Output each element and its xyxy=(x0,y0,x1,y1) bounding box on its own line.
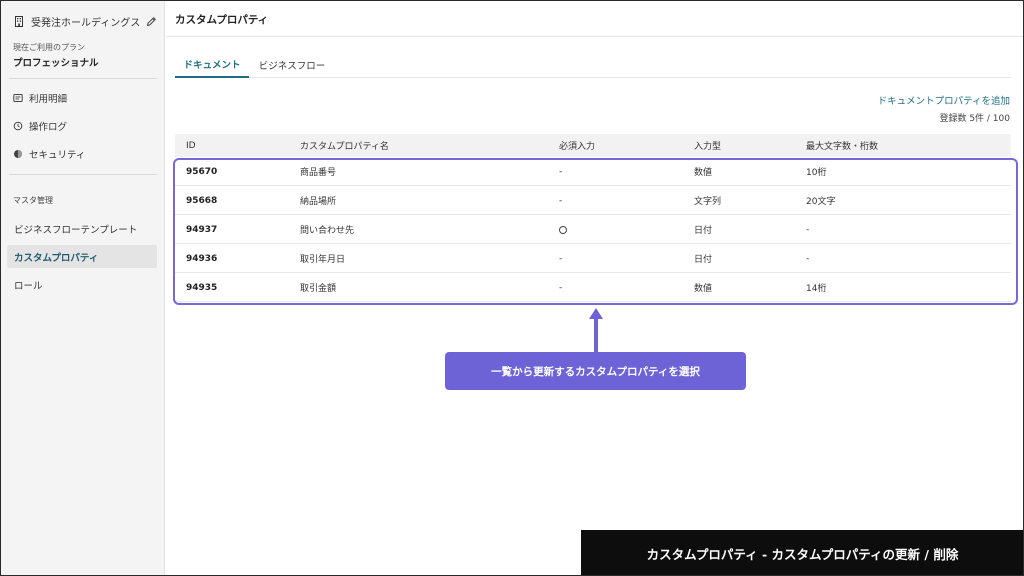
tab-label: ドキュメント xyxy=(183,59,241,71)
sidebar-item-role[interactable]: ロール xyxy=(7,273,157,296)
sidebar-item-security[interactable]: セキュリティ xyxy=(13,144,85,164)
cell-type: 日付 xyxy=(694,226,713,236)
property-table: ID カスタムプロパティ名 必須入力 入力型 最大文字数・桁数 95670 商品… xyxy=(175,134,1011,302)
building-icon xyxy=(13,15,25,27)
sidebar-divider xyxy=(9,78,157,79)
sidebar-item-label: ロール xyxy=(14,280,43,292)
table-row[interactable]: 94935 取引金額 - 数値 14桁 xyxy=(175,273,1011,302)
sidebar: 受発注ホールディングス 現在ご利用のプラン プロフェッショナル 利用明細 操作ロ… xyxy=(1,1,165,575)
sidebar-item-billing[interactable]: 利用明細 xyxy=(13,88,67,108)
caption-banner: カスタムプロパティ - カスタムプロパティの更新 / 削除 xyxy=(581,530,1023,575)
main-content: カスタムプロパティ ドキュメント ビジネスフロー ドキュメントプロパティを追加 … xyxy=(166,1,1023,575)
cell-max: - xyxy=(806,224,810,235)
org-name: 受発注ホールディングス xyxy=(31,17,141,29)
arrow-up-icon xyxy=(589,308,603,354)
cell-id: 94935 xyxy=(186,282,218,293)
page-title: カスタムプロパティ xyxy=(175,14,269,26)
master-section-label: マスタ管理 xyxy=(13,196,53,205)
cell-name: 取引金額 xyxy=(300,284,337,294)
sidebar-item-label: 利用明細 xyxy=(29,94,68,105)
top-bar: カスタムプロパティ xyxy=(166,1,1023,37)
table-row[interactable]: 94937 問い合わせ先 日付 - xyxy=(175,215,1011,244)
plan-value: プロフェッショナル xyxy=(13,58,99,69)
caption-text: カスタムプロパティ - カスタムプロパティの更新 / 削除 xyxy=(646,546,959,562)
circle-icon xyxy=(559,225,567,234)
sidebar-item-label: ビジネスフローテンプレート xyxy=(14,224,138,236)
pencil-icon[interactable] xyxy=(145,15,157,27)
sidebar-item-logs[interactable]: 操作ログ xyxy=(13,116,67,136)
cell-name: 問い合わせ先 xyxy=(300,226,355,236)
cell-required: - xyxy=(559,282,563,293)
cell-name: 取引年月日 xyxy=(300,255,346,265)
history-icon xyxy=(13,121,23,131)
shield-icon xyxy=(13,149,23,159)
tab-label: ビジネスフロー xyxy=(258,60,326,72)
cell-required-circle xyxy=(559,215,567,244)
sidebar-item-label: セキュリティ xyxy=(29,150,86,161)
table-row[interactable]: 94936 取引年月日 - 日付 - xyxy=(175,244,1011,273)
registration-count: 登録数 5件 / 100 xyxy=(939,114,1010,124)
sidebar-item-label: 操作ログ xyxy=(29,122,68,133)
receipt-icon xyxy=(13,93,23,103)
cell-name: 納品場所 xyxy=(300,197,337,207)
callout-text: 一覧から更新するカスタムプロパティを選択 xyxy=(491,365,700,378)
cell-type: 数値 xyxy=(694,284,713,294)
sidebar-item-business-flow-template[interactable]: ビジネスフローテンプレート xyxy=(7,217,157,240)
cell-type: 文字列 xyxy=(694,197,722,207)
sidebar-item-label: カスタムプロパティ xyxy=(14,252,99,264)
cell-required: - xyxy=(559,195,563,206)
cell-type: 日付 xyxy=(694,255,713,265)
column-header-name: カスタムプロパティ名 xyxy=(300,142,389,152)
cell-name: 商品番号 xyxy=(300,168,337,178)
cell-type: 数値 xyxy=(694,168,713,178)
table-header: ID カスタムプロパティ名 必須入力 入力型 最大文字数・桁数 xyxy=(175,134,1011,157)
callout-box: 一覧から更新するカスタムプロパティを選択 xyxy=(445,352,746,390)
cell-required: - xyxy=(559,253,563,264)
org-header: 受発注ホールディングス xyxy=(13,13,157,29)
column-header-id: ID xyxy=(186,140,196,151)
plan-label: 現在ご利用のプラン xyxy=(13,43,85,52)
sidebar-divider xyxy=(9,174,157,175)
cell-max: 10桁 xyxy=(806,168,827,178)
cell-max: - xyxy=(806,253,810,264)
app-window: 受発注ホールディングス 現在ご利用のプラン プロフェッショナル 利用明細 操作ロ… xyxy=(0,0,1024,576)
cell-id: 94937 xyxy=(186,224,218,235)
cell-max: 20文字 xyxy=(806,197,836,207)
cell-id: 95670 xyxy=(186,166,218,177)
tab-bar: ドキュメント ビジネスフロー xyxy=(175,51,1011,78)
sidebar-item-custom-property[interactable]: カスタムプロパティ xyxy=(7,245,157,268)
column-header-type: 入力型 xyxy=(694,142,722,152)
cell-max: 14桁 xyxy=(806,284,827,294)
column-header-max: 最大文字数・桁数 xyxy=(806,142,879,152)
column-header-required: 必須入力 xyxy=(559,142,596,152)
cell-id: 95668 xyxy=(186,195,218,206)
table-row[interactable]: 95668 納品場所 - 文字列 20文字 xyxy=(175,186,1011,215)
tab-document[interactable]: ドキュメント xyxy=(175,51,249,78)
cell-required: - xyxy=(559,166,563,177)
tab-business-flow[interactable]: ビジネスフロー xyxy=(249,51,335,78)
add-document-property-link[interactable]: ドキュメントプロパティを追加 xyxy=(878,93,1010,107)
cell-id: 94936 xyxy=(186,253,218,264)
table-row[interactable]: 95670 商品番号 - 数値 10桁 xyxy=(175,157,1011,186)
